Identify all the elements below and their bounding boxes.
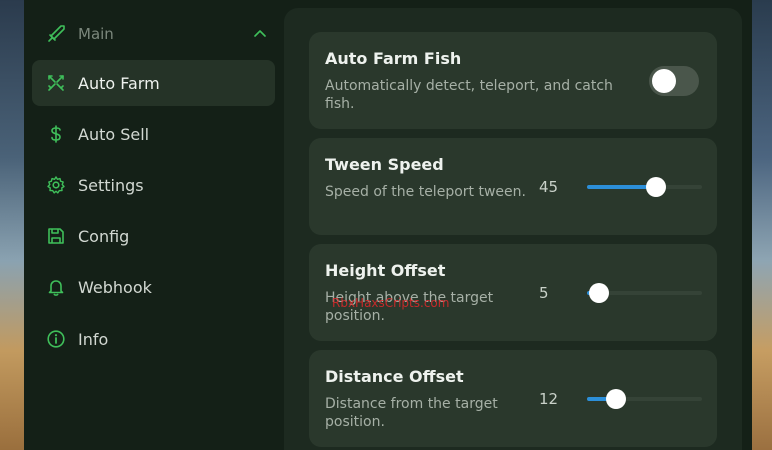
sidebar-item-info[interactable]: Info [32,316,275,362]
setting-title: Tween Speed [325,155,444,174]
background-right-edge [750,0,772,450]
slider-thumb[interactable] [646,177,666,197]
tween-speed-slider[interactable] [587,177,702,197]
slider-value: 12 [539,390,559,408]
chevron-up-icon[interactable] [252,26,268,42]
setting-card-height-offset: Height Offset Height above the target po… [309,244,717,341]
distance-offset-slider[interactable] [587,389,702,409]
app-window: Main Auto Farm Auto Sell Settings Config… [24,0,752,450]
background-left-edge [0,0,24,450]
sidebar-item-auto-farm[interactable]: Auto Farm [32,60,275,106]
crossed-swords-icon [46,73,66,93]
auto-farm-fish-toggle[interactable] [649,66,699,96]
setting-title: Auto Farm Fish [325,49,462,68]
setting-card-tween-speed: Tween Speed Speed of the teleport tween.… [309,138,717,235]
setting-card-distance-offset: Distance Offset Distance from the target… [309,350,717,447]
height-offset-slider[interactable] [587,283,702,303]
gear-icon [46,175,66,195]
setting-title: Height Offset [325,261,446,280]
setting-card-auto-farm-fish: Auto Farm Fish Automatically detect, tel… [309,32,717,129]
watermark-text: RbxHaxsCripts.com [332,296,450,310]
bell-icon [46,277,66,297]
setting-description: Automatically detect, teleport, and catc… [325,78,613,112]
sword-icon [46,24,66,44]
sidebar-item-settings[interactable]: Settings [32,162,275,208]
sidebar-item-label: Info [78,329,109,349]
setting-description: Distance from the target position. [325,396,498,430]
save-icon [46,226,66,246]
dollar-icon [46,124,66,144]
sidebar-item-label: Webhook [78,277,152,297]
sidebar: Main Auto Farm Auto Sell Settings Config… [24,0,284,450]
section-header-main[interactable]: Main [46,20,268,48]
sidebar-item-label: Settings [78,175,144,195]
setting-description: Speed of the teleport tween. [325,184,526,200]
sidebar-item-webhook[interactable]: Webhook [32,264,275,310]
slider-thumb[interactable] [605,389,626,409]
sidebar-item-label: Config [78,226,130,246]
slider-thumb[interactable] [588,283,609,303]
info-icon [46,329,66,349]
content-panel: Auto Farm Fish Automatically detect, tel… [284,8,742,450]
sidebar-item-label: Auto Farm [78,73,160,93]
slider-value: 5 [539,284,549,302]
toggle-knob[interactable] [652,69,676,93]
sidebar-item-label: Auto Sell [78,124,150,144]
section-label: Main [78,25,114,43]
sidebar-item-config[interactable]: Config [32,213,275,259]
sidebar-item-auto-sell[interactable]: Auto Sell [32,111,275,157]
setting-title: Distance Offset [325,367,464,386]
slider-value: 45 [539,178,559,196]
